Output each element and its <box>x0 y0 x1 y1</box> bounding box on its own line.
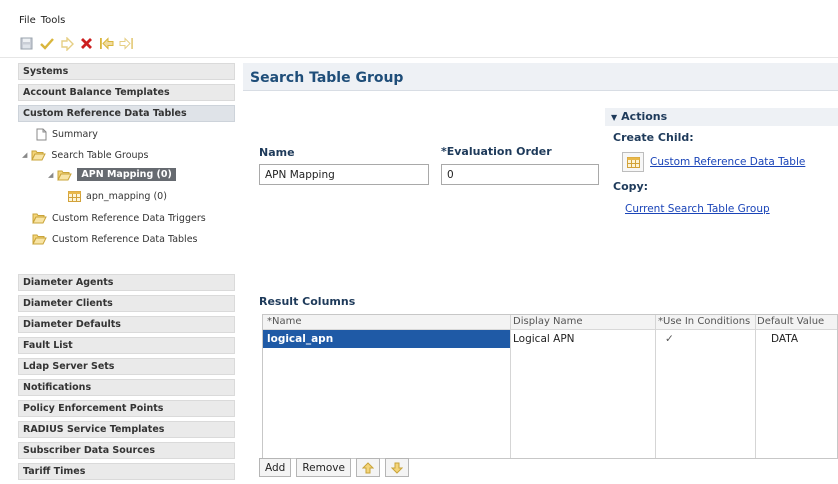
title-bar: Search Table Group <box>243 63 838 91</box>
save-icon[interactable] <box>19 36 34 51</box>
tree-item-label: Custom Reference Data Tables <box>52 233 198 245</box>
custom-reference-data-table-button[interactable] <box>622 152 644 172</box>
folder-icon <box>32 233 47 245</box>
nav-section-radius-service-templates[interactable]: RADIUS Service Templates <box>18 421 235 438</box>
forward-icon[interactable] <box>119 36 134 51</box>
nav-section-diameter-clients[interactable]: Diameter Clients <box>18 295 235 312</box>
nav-section-account-balance-templates[interactable]: Account Balance Templates <box>18 84 235 101</box>
tree-item-custom-reference-data-triggers[interactable]: Custom Reference Data Triggers <box>32 212 206 224</box>
nav-section-fault-list[interactable]: Fault List <box>18 337 235 354</box>
tree-item-apn-mapping[interactable]: ◢ APN Mapping (0) <box>48 168 176 181</box>
expand-arrow-icon[interactable]: ◢ <box>48 171 53 179</box>
tree-item-label: Search Table Groups <box>51 149 149 161</box>
nav-section-notifications[interactable]: Notifications <box>18 379 235 396</box>
table-icon <box>68 191 81 202</box>
nav-section-diameter-defaults[interactable]: Diameter Defaults <box>18 316 235 333</box>
nav-section-tariff-times[interactable]: Tariff Times <box>18 463 235 480</box>
column-header-default-value[interactable]: Default Value <box>757 316 837 327</box>
collapse-triangle-icon: ▼ <box>611 113 618 122</box>
result-columns-table: *Name Display Name *Use In Conditions De… <box>262 314 838 459</box>
table-button-row: Add Remove <box>259 458 409 477</box>
document-icon <box>36 128 47 141</box>
name-label: Name <box>259 146 295 159</box>
folder-icon <box>32 212 47 224</box>
tree-item-label: Custom Reference Data Triggers <box>52 212 206 224</box>
back-icon[interactable] <box>99 36 114 51</box>
menu-toolbar-area: File Tools <box>0 0 838 58</box>
move-down-button[interactable] <box>384 458 409 477</box>
folder-icon <box>57 169 73 181</box>
nav-section-ldap-server-sets[interactable]: Ldap Server Sets <box>18 358 235 375</box>
name-input[interactable] <box>259 164 429 185</box>
copy-label: Copy: <box>613 180 649 193</box>
menu-file[interactable]: File <box>19 15 36 26</box>
cell-display-name[interactable]: Logical APN <box>513 333 575 345</box>
tree-item-label: apn_mapping (0) <box>86 191 167 202</box>
arrow-up-icon <box>361 461 374 473</box>
nav-section-custom-reference-data-tables[interactable]: Custom Reference Data Tables <box>18 105 235 122</box>
table-row[interactable]: logical_apn Logical APN ✓ DATA <box>263 330 837 348</box>
folder-icon <box>31 149 47 161</box>
actions-header[interactable]: ▼ Actions <box>605 108 838 126</box>
nav-section-subscriber-data-sources[interactable]: Subscriber Data Sources <box>18 442 235 459</box>
evaluation-order-label: *Evaluation Order <box>441 145 552 158</box>
create-child-label: Create Child: <box>613 131 694 144</box>
copy-search-table-group-link[interactable]: Current Search Table Group <box>625 203 770 215</box>
actions-panel: ▼ Actions Create Child: Custom Reference … <box>605 108 838 215</box>
cell-default-value[interactable]: DATA <box>771 333 798 345</box>
column-header-display-name[interactable]: Display Name <box>513 316 653 327</box>
main-panel: Search Table Group Name *Evaluation Orde… <box>243 63 838 478</box>
left-navigation: Systems Account Balance Templates Custom… <box>18 63 235 484</box>
cell-name[interactable]: logical_apn <box>267 333 333 345</box>
apply-icon[interactable] <box>59 36 74 51</box>
actions-title: Actions <box>621 110 668 123</box>
menu-tools[interactable]: Tools <box>41 15 66 26</box>
tree-item-summary[interactable]: Summary <box>36 128 98 141</box>
tree-item-apn-mapping-table[interactable]: apn_mapping (0) <box>68 191 167 202</box>
nav-tree: Summary ◢ Search Table Groups ◢ APN Mapp… <box>18 126 235 270</box>
tree-item-search-table-groups[interactable]: ◢ Search Table Groups <box>22 149 149 161</box>
nav-section-diameter-agents[interactable]: Diameter Agents <box>18 274 235 291</box>
evaluation-order-input[interactable] <box>441 164 599 185</box>
add-button[interactable]: Add <box>259 458 292 477</box>
result-columns-label: Result Columns <box>259 295 356 308</box>
cell-use-in-conditions-checkbox[interactable]: ✓ <box>665 333 674 345</box>
expand-arrow-icon[interactable]: ◢ <box>22 151 27 159</box>
nav-section-policy-enforcement-points[interactable]: Policy Enforcement Points <box>18 400 235 417</box>
remove-button[interactable]: Remove <box>296 458 351 477</box>
tree-item-label: Summary <box>52 129 98 140</box>
column-header-use-in-conditions[interactable]: *Use In Conditions <box>658 316 753 327</box>
delete-icon[interactable] <box>79 36 94 51</box>
move-up-button[interactable] <box>355 458 380 477</box>
toolbar <box>19 36 134 51</box>
check-icon[interactable] <box>39 36 54 51</box>
arrow-down-icon <box>390 462 403 474</box>
column-header-name[interactable]: *Name <box>267 316 507 327</box>
tree-item-custom-reference-data-tables[interactable]: Custom Reference Data Tables <box>32 233 198 245</box>
nav-section-systems[interactable]: Systems <box>18 63 235 80</box>
page-title: Search Table Group <box>250 70 404 86</box>
tree-item-label: APN Mapping (0) <box>77 168 176 181</box>
table-icon <box>626 156 640 168</box>
menu-bar: File Tools <box>19 15 65 26</box>
create-child-link[interactable]: Custom Reference Data Table <box>650 156 805 168</box>
